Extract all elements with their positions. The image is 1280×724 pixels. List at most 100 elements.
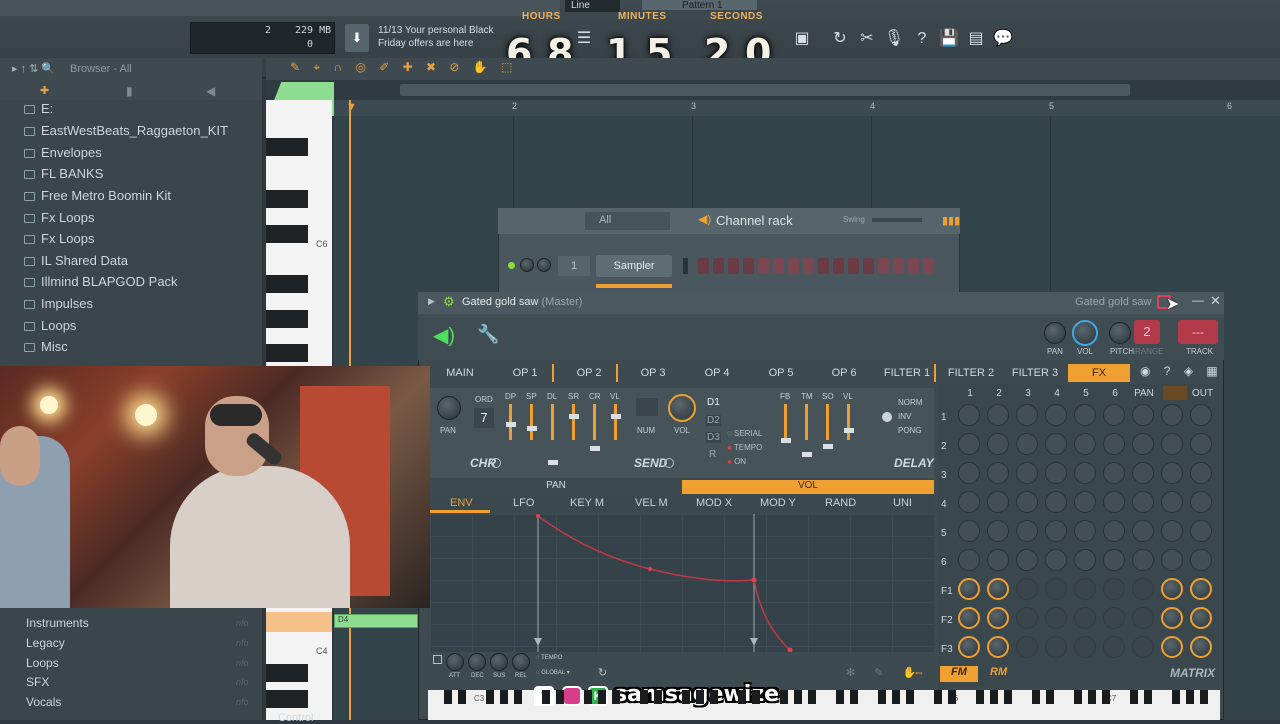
matrix-knob[interactable] bbox=[1045, 549, 1067, 571]
slider-track[interactable] bbox=[530, 404, 533, 440]
matrix-knob[interactable] bbox=[1132, 607, 1154, 629]
matrix-knob[interactable] bbox=[1045, 404, 1067, 426]
matrix-knob[interactable] bbox=[1190, 491, 1212, 513]
black-key[interactable] bbox=[1200, 690, 1208, 704]
matrix-knob[interactable] bbox=[1190, 549, 1212, 571]
black-key[interactable] bbox=[682, 690, 690, 704]
matrix-knob[interactable] bbox=[1132, 578, 1154, 600]
browser-item[interactable]: Vocals bbox=[26, 695, 61, 709]
matrix-knob[interactable] bbox=[1016, 636, 1038, 658]
matrix-knob[interactable] bbox=[1161, 462, 1183, 484]
black-key[interactable] bbox=[1088, 690, 1096, 704]
step-button[interactable] bbox=[698, 258, 709, 274]
step-button[interactable] bbox=[803, 258, 814, 274]
channel-pan-knob[interactable] bbox=[520, 258, 534, 272]
matrix-knob[interactable] bbox=[1045, 578, 1067, 600]
delay-type-norm[interactable]: NORM bbox=[898, 398, 922, 407]
black-key[interactable] bbox=[514, 690, 522, 704]
matrix-knob[interactable] bbox=[1045, 520, 1067, 542]
matrix-knob[interactable] bbox=[958, 462, 980, 484]
black-key[interactable] bbox=[542, 690, 550, 704]
matrix-knob[interactable] bbox=[1103, 578, 1125, 600]
delay-mode-d1[interactable]: D1 bbox=[707, 397, 720, 408]
browser-item[interactable]: SFX bbox=[26, 675, 49, 689]
matrix-knob[interactable] bbox=[1161, 404, 1183, 426]
save-icon[interactable]: 💾 bbox=[937, 26, 961, 52]
matrix-mode-rm[interactable]: RM bbox=[990, 666, 1007, 678]
close-icon[interactable]: ✕ bbox=[1210, 293, 1221, 309]
slider-handle[interactable] bbox=[590, 446, 600, 451]
range-display[interactable]: 2 bbox=[1134, 320, 1160, 344]
step-button[interactable] bbox=[728, 258, 739, 274]
matrix-knob[interactable] bbox=[1103, 549, 1125, 571]
delay-type-led[interactable] bbox=[882, 412, 892, 422]
black-key[interactable] bbox=[696, 690, 704, 704]
browser-item[interactable]: Misc bbox=[24, 339, 68, 361]
send-toggle[interactable] bbox=[664, 458, 674, 468]
slider-handle[interactable] bbox=[569, 414, 579, 419]
slider-track[interactable] bbox=[826, 404, 829, 440]
matrix-knob[interactable] bbox=[987, 636, 1009, 658]
black-key[interactable] bbox=[486, 690, 494, 704]
black-key[interactable] bbox=[1130, 690, 1138, 704]
tab-fx[interactable]: FX bbox=[1068, 364, 1130, 382]
graph-icon[interactable]: ▮▮▮ bbox=[942, 214, 960, 227]
step-button[interactable] bbox=[758, 258, 769, 274]
black-key[interactable] bbox=[710, 690, 718, 704]
cut-icon[interactable]: ✂ bbox=[855, 26, 879, 52]
chorus-sliders[interactable]: DP SP DL SR CR VL bbox=[505, 392, 629, 468]
chorus-pan-knob[interactable] bbox=[437, 396, 461, 420]
step-button[interactable] bbox=[863, 258, 874, 274]
track-display[interactable]: --- bbox=[1178, 320, 1218, 344]
matrix-knob[interactable] bbox=[1103, 607, 1125, 629]
chorus-toggle[interactable] bbox=[491, 458, 501, 468]
matrix-knob[interactable] bbox=[1132, 636, 1154, 658]
gear-icon[interactable]: ⚙ bbox=[443, 294, 455, 310]
browser-item[interactable]: Instruments bbox=[26, 616, 89, 630]
matrix-knob[interactable] bbox=[958, 433, 980, 455]
matrix-knob[interactable] bbox=[1132, 520, 1154, 542]
matrix-knob[interactable] bbox=[1045, 491, 1067, 513]
ord-value[interactable]: 7 bbox=[474, 408, 494, 428]
tab-main[interactable]: MAIN bbox=[438, 364, 482, 382]
black-key[interactable] bbox=[612, 690, 620, 704]
matrix-knob[interactable] bbox=[1132, 491, 1154, 513]
note[interactable]: D4 bbox=[334, 614, 418, 628]
env-global-option[interactable]: ◌ GLOBAL ▾ bbox=[536, 669, 570, 676]
slider-handle[interactable] bbox=[506, 422, 516, 427]
env-release-knob[interactable] bbox=[512, 653, 530, 671]
slider-track[interactable] bbox=[614, 404, 617, 440]
matrix-knob[interactable] bbox=[1190, 578, 1212, 600]
step-button[interactable] bbox=[818, 258, 829, 274]
slider-track[interactable] bbox=[572, 404, 575, 440]
black-key[interactable] bbox=[444, 690, 452, 704]
chat-icon[interactable]: 💬 bbox=[991, 26, 1015, 52]
black-key[interactable] bbox=[1186, 690, 1194, 704]
delay-option-tempo[interactable]: ● TEMPO bbox=[727, 443, 762, 452]
black-key[interactable] bbox=[752, 690, 760, 704]
matrix-knob[interactable] bbox=[958, 607, 980, 629]
tab-lfo[interactable]: LFO bbox=[513, 497, 534, 509]
delay-option-serial[interactable]: ◌ SERIAL bbox=[727, 429, 762, 438]
matrix-knob[interactable] bbox=[1190, 607, 1212, 629]
tab-env[interactable]: ENV bbox=[450, 497, 473, 509]
pattern-selector[interactable]: Pattern 1 bbox=[642, 0, 757, 11]
env-loop-icon[interactable]: ↻ bbox=[598, 666, 607, 679]
slider-track[interactable] bbox=[847, 404, 850, 440]
browser-item[interactable]: Fx Loops bbox=[24, 210, 94, 232]
step-button[interactable] bbox=[833, 258, 844, 274]
matrix-knob[interactable] bbox=[1074, 520, 1096, 542]
slider-handle[interactable] bbox=[548, 460, 558, 465]
tab-op5[interactable]: OP 5 bbox=[759, 364, 803, 382]
delay-type-pong[interactable]: PONG bbox=[898, 426, 922, 435]
matrix-knob[interactable] bbox=[1016, 404, 1038, 426]
matrix-knob[interactable] bbox=[1132, 549, 1154, 571]
slider-track[interactable] bbox=[805, 404, 808, 440]
browser-item[interactable]: Legacy bbox=[26, 636, 65, 650]
tab-uni[interactable]: UNI bbox=[893, 497, 912, 509]
plugin-vol-knob[interactable] bbox=[1072, 320, 1098, 346]
mic-icon[interactable]: 🎙 bbox=[882, 26, 906, 52]
matrix-knob[interactable] bbox=[958, 404, 980, 426]
tab-op1[interactable]: OP 1 bbox=[503, 364, 547, 382]
slider-handle[interactable] bbox=[781, 438, 791, 443]
